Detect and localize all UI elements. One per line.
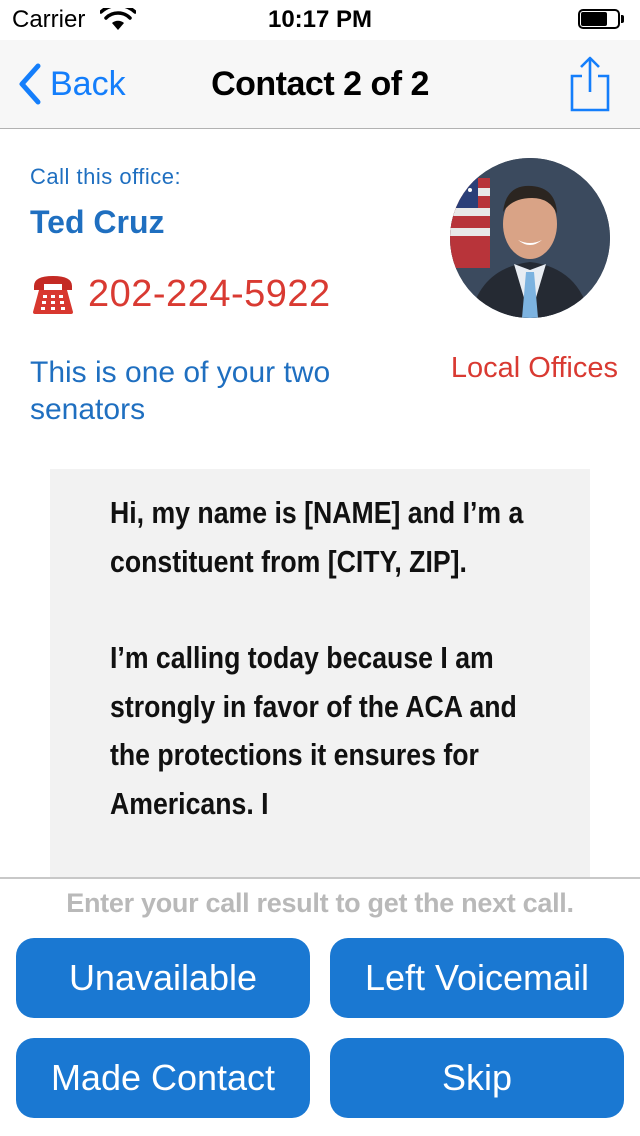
- left-voicemail-button[interactable]: Left Voicemail: [330, 938, 624, 1018]
- avatar: [450, 158, 610, 318]
- portrait-image: [450, 158, 610, 318]
- senator-note: This is one of your two senators: [30, 356, 331, 426]
- call-office-label: Call this office:: [30, 164, 182, 189]
- skip-button[interactable]: Skip: [330, 1038, 624, 1118]
- call-script-text: Hi, my name is [NAME] and I’m a constitu…: [110, 489, 530, 876]
- call-result-hint: Enter your call result to get the next c…: [66, 888, 574, 918]
- phone-number: 202-224-5922: [88, 272, 331, 315]
- call-script-panel[interactable]: Hi, my name is [NAME] and I’m a constitu…: [50, 469, 590, 877]
- script-paragraph: Hi, my name is [NAME] and I’m a constitu…: [110, 495, 524, 579]
- script-paragraph: I’m calling today because I am strongly …: [110, 640, 517, 821]
- local-offices-link[interactable]: Local Offices: [451, 352, 618, 385]
- page-title: Contact 2 of 2: [211, 65, 429, 103]
- divider: [0, 877, 640, 879]
- phone-link[interactable]: 202-224-5922: [30, 272, 331, 316]
- made-contact-button[interactable]: Made Contact: [16, 1038, 310, 1118]
- unavailable-button[interactable]: Unavailable: [16, 938, 310, 1018]
- status-time: 10:17 PM: [267, 6, 373, 33]
- telephone-icon: [33, 276, 73, 314]
- share-icon[interactable]: [568, 54, 612, 114]
- navigation-bar: Back Contact 2 of 2: [0, 40, 640, 129]
- status-bar: Carrier 10:17 PM: [0, 0, 640, 40]
- contact-name: Ted Cruz: [30, 204, 165, 240]
- battery-icon: [578, 9, 626, 31]
